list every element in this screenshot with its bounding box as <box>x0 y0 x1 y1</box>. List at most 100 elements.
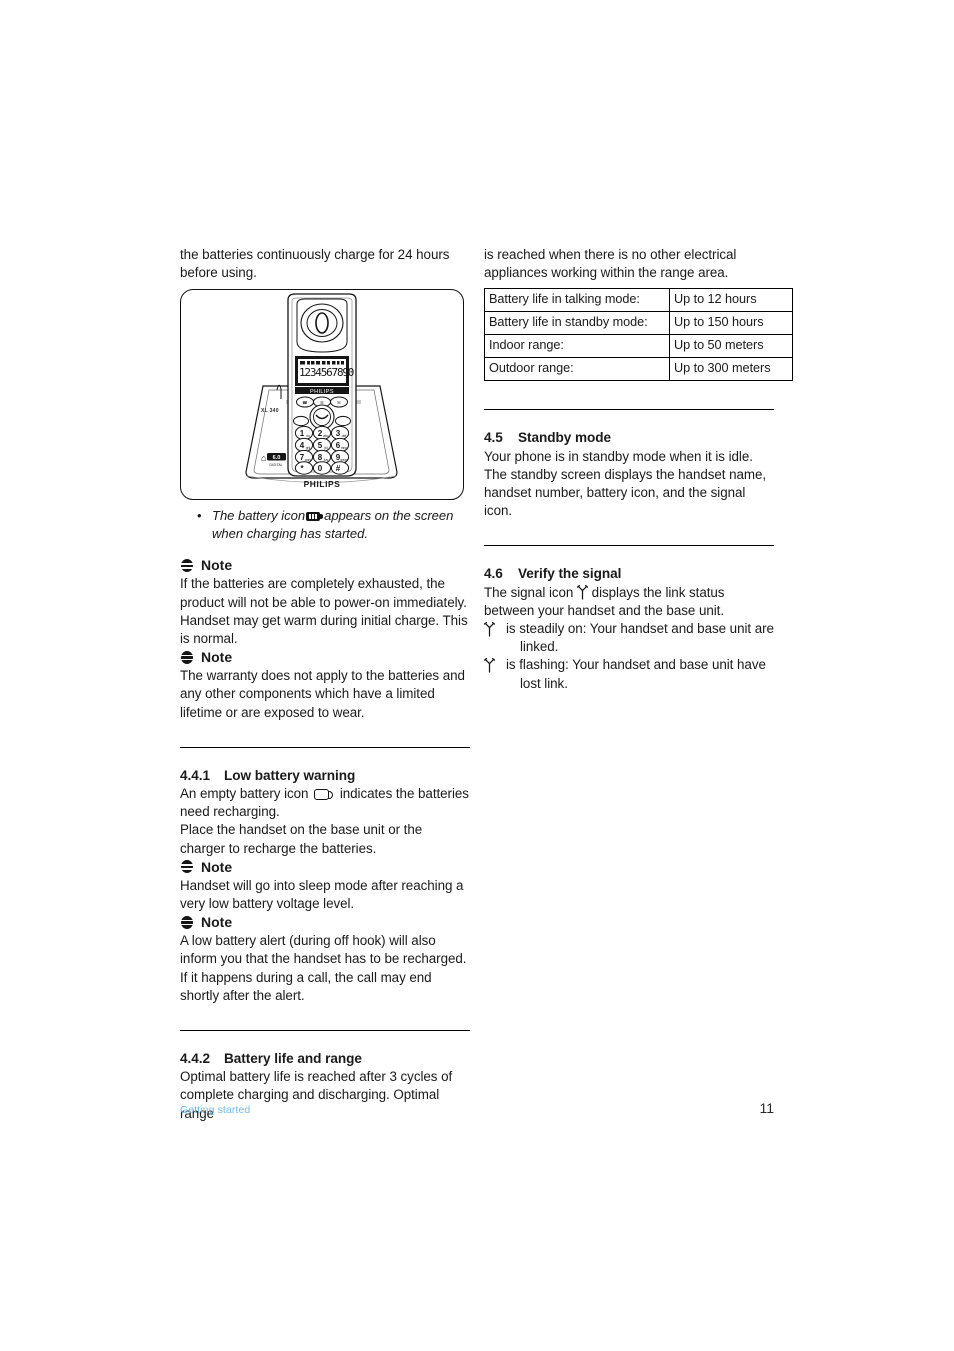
section-number: 4.5 <box>484 430 503 446</box>
signal-antenna-icon <box>483 656 506 678</box>
note-heading: Note <box>180 648 470 667</box>
keypad-keys: 123 456 789 * 0 # oo abc def ghi jkl mno pqrs t… <box>294 426 350 476</box>
signal-state-line1: is flashing: Your handset and base unit … <box>506 657 766 673</box>
table-row: Outdoor range: Up to 300 meters <box>484 357 793 382</box>
svg-text:0: 0 <box>318 464 323 473</box>
right-column: is reached when there is no other electr… <box>483 246 793 693</box>
signal-state-item: is steadily on: Your handset and base un… <box>483 620 774 656</box>
note-label: Note <box>201 649 233 666</box>
svg-text:6.0: 6.0 <box>273 456 281 462</box>
signal-state-line1: is steadily on: Your handset and base un… <box>506 621 774 637</box>
svg-text:1234567890: 1234567890 <box>299 366 354 379</box>
section-title: Verify the signal <box>518 566 622 582</box>
spec-value: Up to 300 meters <box>669 357 793 382</box>
spec-key: Battery life in standby mode: <box>484 311 670 336</box>
svg-text:PHILIPS: PHILIPS <box>310 389 334 395</box>
note-icon <box>180 558 194 573</box>
spec-value: Up to 150 hours <box>669 311 793 336</box>
signal-state-line2: lost link. <box>520 675 568 691</box>
phone-illustration-figure: 1234567890 PHILIPS ☎ ☰ ✉ 1 2 3 4 5 6 7 8… <box>180 289 464 501</box>
svg-text:wxyz: wxyz <box>340 458 348 462</box>
note-label: Note <box>201 557 233 574</box>
phone-illustration-svg: 1234567890 PHILIPS ☎ ☰ ✉ 1 2 3 4 5 6 7 8… <box>245 293 398 484</box>
page-footer: Getting started 11 <box>180 1100 774 1116</box>
svg-text:XL 340: XL 340 <box>261 408 279 414</box>
note-heading: Note <box>180 556 470 575</box>
svg-text:DIGITAL: DIGITAL <box>270 463 283 467</box>
svg-text:8: 8 <box>318 453 323 462</box>
table-row: Battery life in talking mode: Up to 12 h… <box>484 288 793 313</box>
svg-text:tuv: tuv <box>324 458 329 462</box>
section-number: 4.4.1 <box>180 767 210 783</box>
document-page: the batteries continuously charge for 24… <box>0 0 954 1351</box>
svg-text:ghi: ghi <box>306 446 311 450</box>
signal-state-text: is steadily on: Your handset and base un… <box>506 620 774 656</box>
signal-state-line2: linked. <box>520 639 559 655</box>
caption-body: The battery icon appears on the screen wh… <box>212 507 470 543</box>
svg-text:oo: oo <box>306 434 310 438</box>
svg-text:mno: mno <box>341 446 348 450</box>
spec-key: Outdoor range: <box>484 357 670 382</box>
signal-antenna-icon <box>483 620 506 642</box>
svg-text:1: 1 <box>300 429 305 438</box>
svg-text:abc: abc <box>323 434 329 438</box>
para-text-before: The signal icon <box>484 584 574 600</box>
note-icon <box>180 650 194 665</box>
specifications-table: Battery life in talking mode: Up to 12 h… <box>484 288 793 382</box>
figure-caption: • The battery icon appears on the screen … <box>180 507 470 543</box>
spec-value: Up to 50 meters <box>669 334 793 359</box>
spec-key: Indoor range: <box>484 334 670 359</box>
base-brand-wordmark: PHILIPS <box>303 479 341 490</box>
battery-empty-icon <box>314 789 334 801</box>
left-column: the batteries continuously charge for 24… <box>180 246 470 1123</box>
caption-bullet: • <box>197 508 202 524</box>
spec-value: Up to 12 hours <box>669 288 793 313</box>
note-heading: Note <box>180 858 470 877</box>
svg-text:☎: ☎ <box>302 400 307 405</box>
section-heading-441: 4.4.1 Low battery warning <box>180 767 470 785</box>
page-number: 11 <box>759 1100 774 1116</box>
verify-signal-paragraph: The signal icon displays the link status… <box>484 584 774 620</box>
svg-text:4: 4 <box>300 441 305 450</box>
section-heading-46: 4.6 Verify the signal <box>484 565 774 583</box>
svg-text:2: 2 <box>318 429 323 438</box>
svg-text:jkl: jkl <box>323 446 327 450</box>
continuation-paragraph: is reached when there is no other electr… <box>484 247 737 281</box>
section-title: Low battery warning <box>224 767 356 783</box>
signal-state-item: is flashing: Your handset and base unit … <box>483 656 774 692</box>
note-icon <box>180 860 194 874</box>
caption-text-before: The battery icon <box>212 508 306 524</box>
note-label: Note <box>201 914 233 931</box>
svg-text:#: # <box>336 464 341 473</box>
battery-full-icon <box>306 512 324 522</box>
svg-text:✉: ✉ <box>337 400 341 405</box>
low-battery-paragraph-1: An empty battery icon indicates the batt… <box>180 785 470 821</box>
svg-text:def: def <box>342 434 347 438</box>
svg-text:pqrs: pqrs <box>305 458 312 462</box>
section-number: 4.4.2 <box>180 1051 210 1067</box>
svg-text:3: 3 <box>336 429 341 438</box>
spec-table-body: Battery life in talking mode: Up to 12 h… <box>484 288 793 382</box>
intro-paragraph: the batteries continuously charge for 24… <box>180 247 450 281</box>
signal-state-text: is flashing: Your handset and base unit … <box>506 656 774 692</box>
section-title: Standby mode <box>518 430 612 446</box>
section-heading-45: 4.5 Standby mode <box>484 429 774 447</box>
table-row: Battery life in standby mode: Up to 150 … <box>484 311 793 336</box>
caption-text: The battery icon appears on the screen wh… <box>212 507 470 543</box>
section-heading-442: 4.4.2 Battery life and range <box>180 1050 470 1068</box>
handset-lcd: 1234567890 PHILIPS <box>295 356 355 395</box>
standby-mode-paragraph: Your phone is in standby mode when it is… <box>484 448 767 519</box>
signal-antenna-icon <box>577 584 588 600</box>
svg-text:☰: ☰ <box>320 400 324 405</box>
footer-section-label: Getting started <box>180 1104 251 1116</box>
note-body: Handset will go into sleep mode after re… <box>180 877 464 912</box>
